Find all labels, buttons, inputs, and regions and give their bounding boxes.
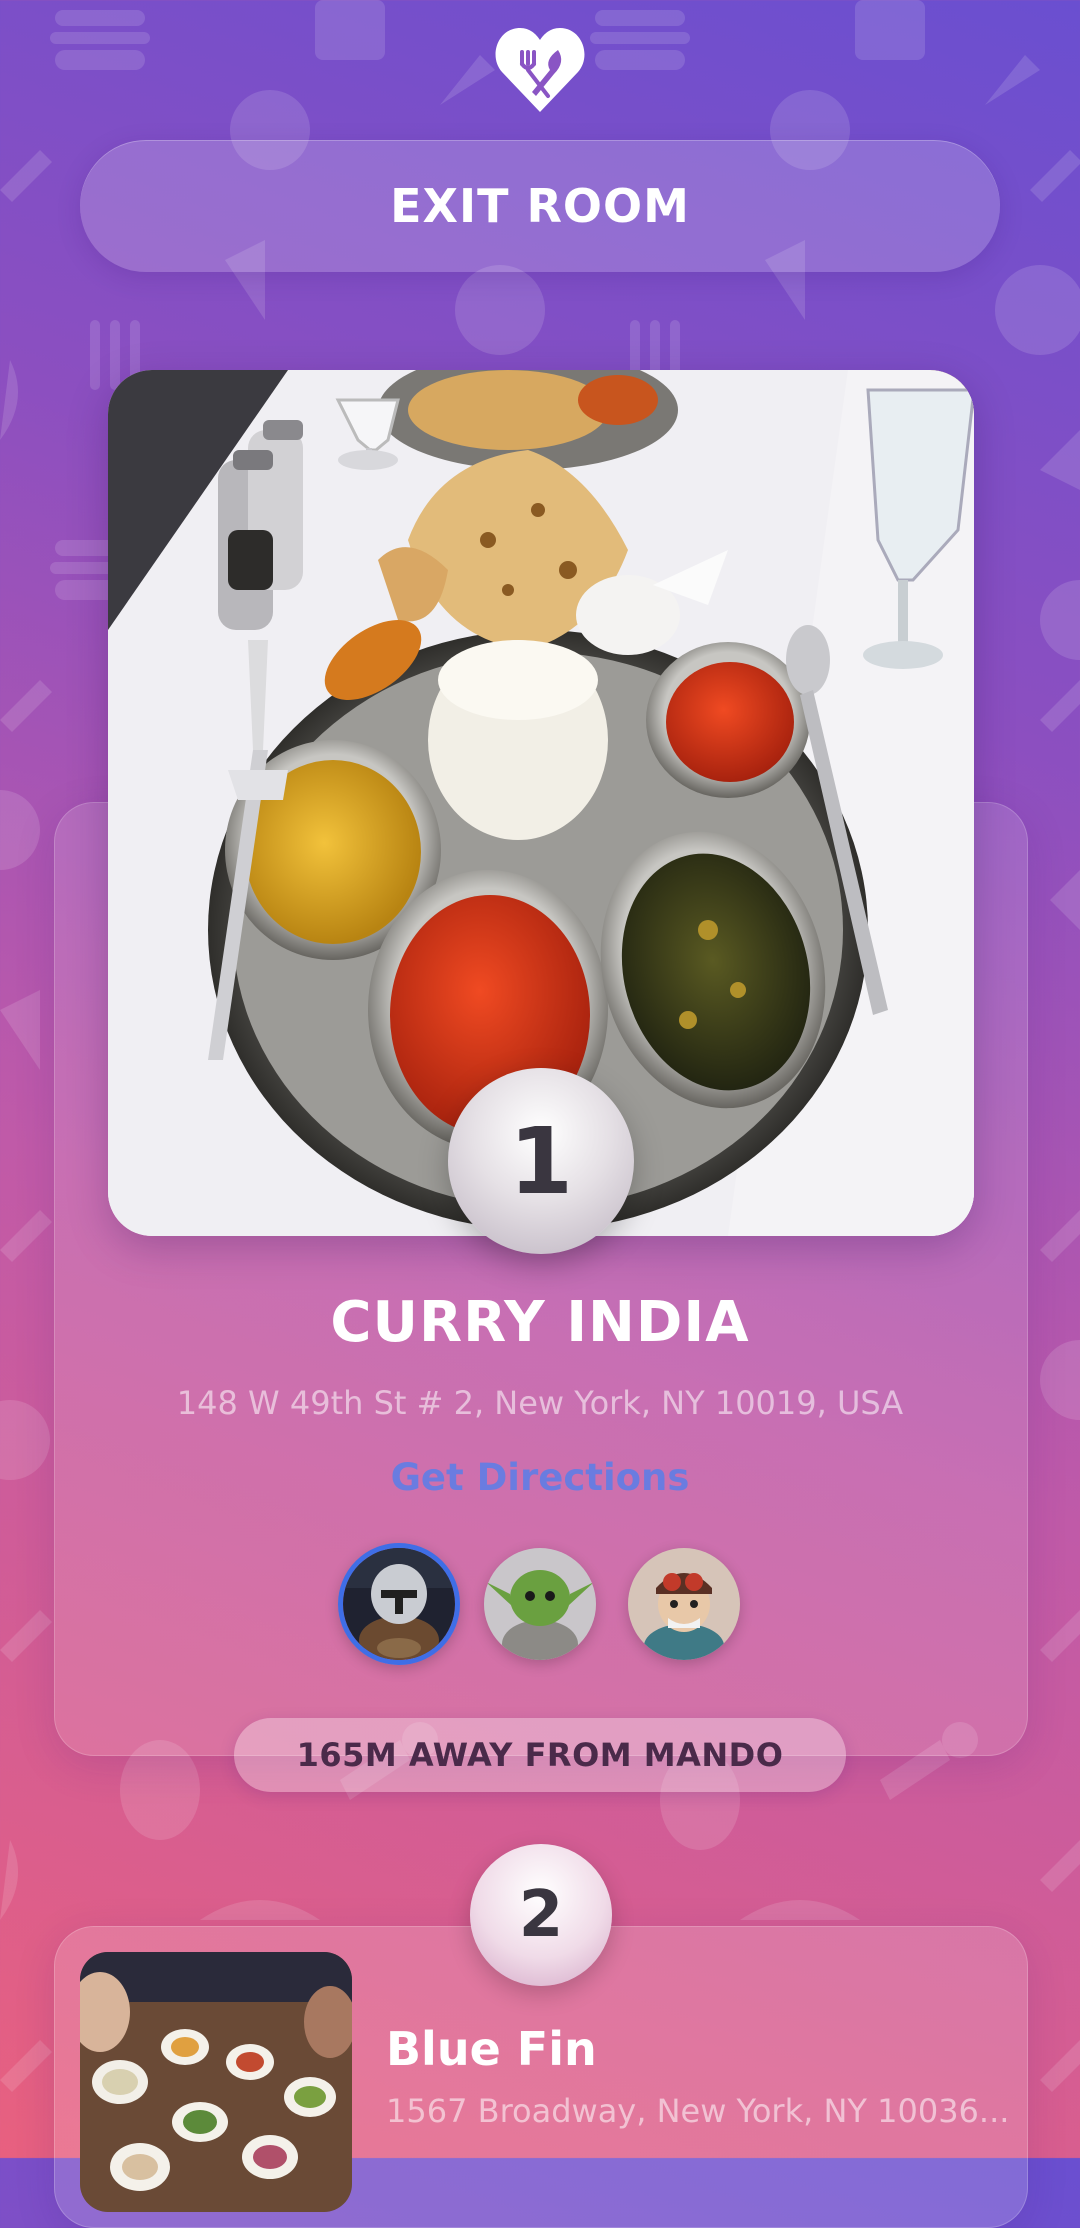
restaurant-photo-2	[80, 1952, 352, 2212]
app-logo-icon	[492, 22, 588, 118]
yoda-avatar[interactable]	[484, 1548, 596, 1660]
rank-badge: 1	[448, 1068, 634, 1254]
rank-badge-2: 2	[470, 1844, 612, 1986]
mando-avatar[interactable]	[338, 1543, 460, 1665]
restaurant-name-2: Blue Fin	[386, 2022, 597, 2076]
exit-room-button[interactable]: EXIT ROOM	[80, 140, 1000, 272]
voter-avatars	[338, 1543, 742, 1665]
get-directions-link[interactable]: Get Directions	[54, 1456, 1026, 1499]
aviator-avatar[interactable]	[628, 1548, 740, 1660]
distance-badge: 165M AWAY FROM MANDO	[234, 1718, 846, 1792]
restaurant-address: 148 W 49th St # 2, New York, NY 10019, U…	[176, 1384, 904, 1422]
restaurant-address-2: 1567 Broadway, New York, NY 10036...	[386, 2092, 1010, 2130]
restaurant-name: CURRY INDIA	[330, 1290, 750, 1355]
